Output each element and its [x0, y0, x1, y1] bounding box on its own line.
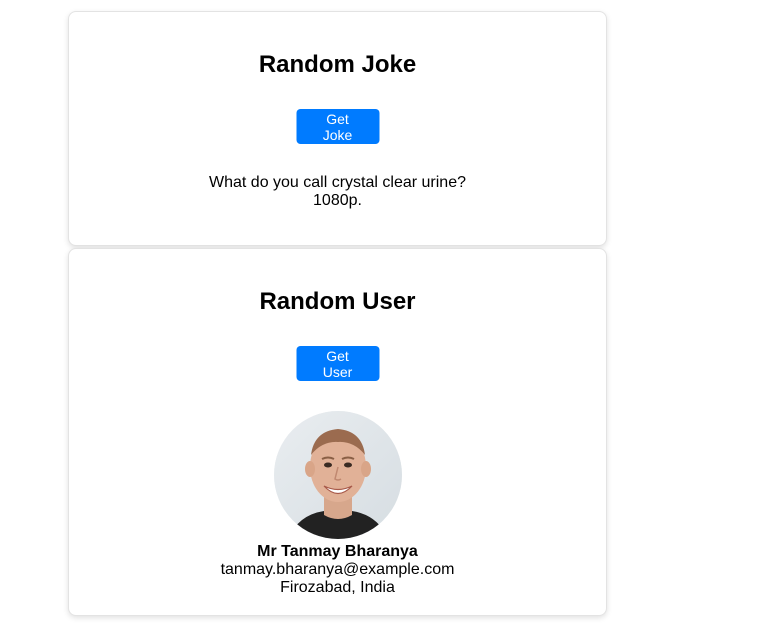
user-card: Random User Get User Mr Tanmay Bharanya … — [68, 248, 607, 616]
user-avatar — [273, 411, 402, 539]
joke-card: Random Joke Get Joke What do you call cr… — [68, 11, 607, 246]
joke-title: Random Joke — [258, 51, 417, 78]
joke-content: What do you call crystal clear urine? 10… — [69, 174, 606, 210]
user-location: Firozabad, India — [280, 579, 395, 596]
user-email: tanmay.bharanya@example.com — [220, 561, 455, 578]
user-title: Random User — [259, 288, 416, 315]
user-name: Mr Tanmay Bharanya — [257, 543, 418, 560]
joke-setup: What do you call crystal clear urine? — [209, 174, 466, 191]
get-joke-button[interactable]: Get Joke — [296, 109, 379, 144]
user-photo-icon — [273, 411, 402, 539]
joke-punchline: 1080p. — [313, 192, 362, 209]
get-user-button[interactable]: Get User — [296, 346, 379, 381]
